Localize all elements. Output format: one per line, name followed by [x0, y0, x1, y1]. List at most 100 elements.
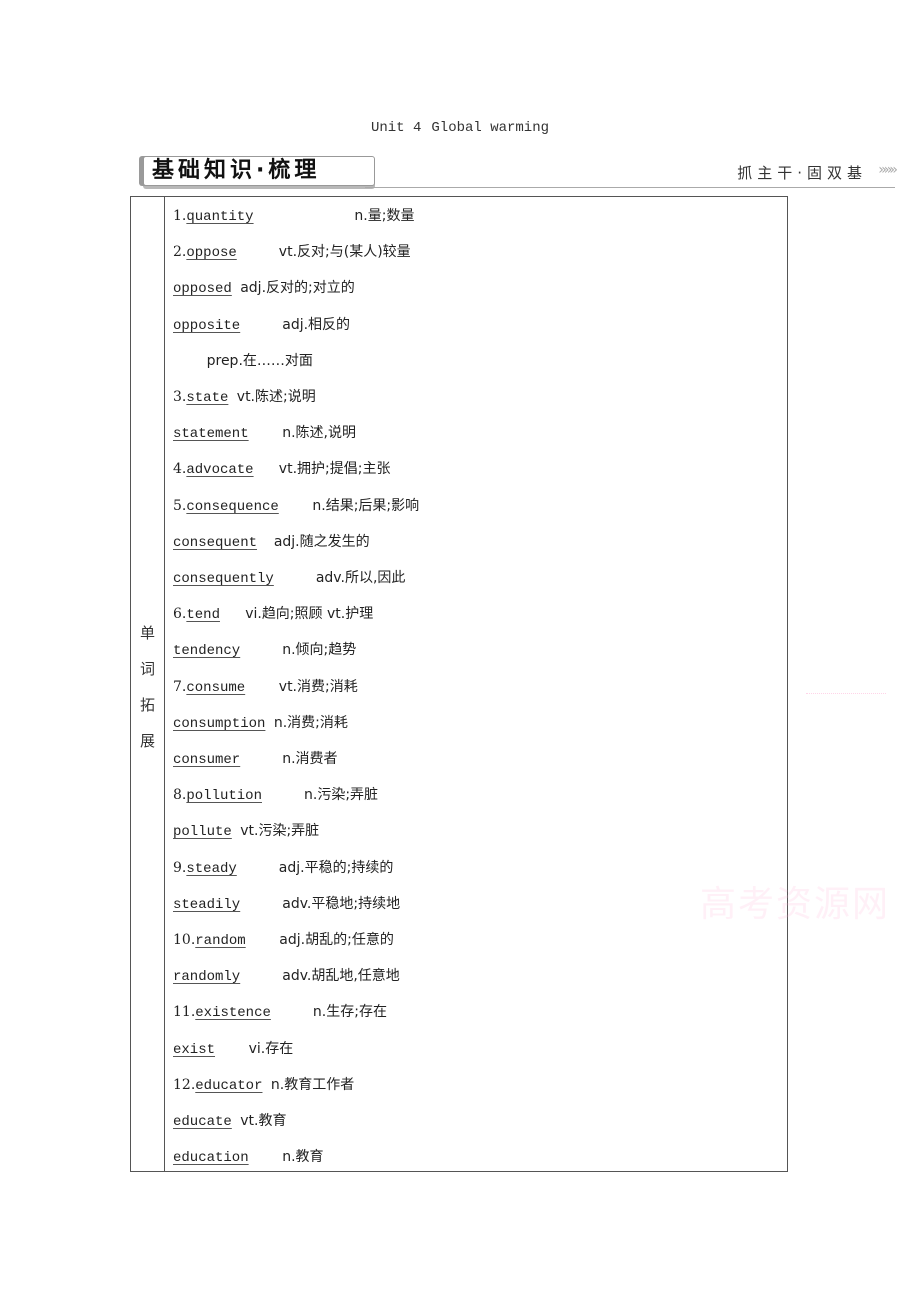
entry-definition: n.污染;弄脏 [304, 787, 379, 804]
entry-definition: adj.随之发生的 [273, 533, 370, 550]
entry-definition: adv.胡乱地,任意地 [282, 968, 400, 985]
entry-number: 5. [173, 497, 187, 514]
entry-definition: prep.在……对面 [206, 352, 313, 369]
entry-gap [249, 426, 283, 442]
entry-gap [237, 245, 279, 261]
entry-word: oppose [186, 245, 237, 262]
entry-number: 1. [173, 208, 187, 224]
entry-gap [240, 318, 282, 334]
entry-definition: n.陈述,说明 [282, 425, 357, 442]
entry-definition: vt.反对;与(某人)较量 [278, 244, 411, 261]
entry-definition: adv.平稳地;持续地 [282, 895, 401, 912]
entry-gap [173, 354, 207, 370]
entry-word: quantity [186, 209, 254, 225]
entry-definition: n.结果;后果;影响 [312, 497, 420, 514]
entry-word: pollution [186, 788, 262, 805]
entry-word: consequence [186, 498, 279, 515]
entry-number: 12. [173, 1076, 196, 1093]
entry-number: 7. [173, 678, 187, 695]
entry-word: statement [173, 426, 249, 443]
entry-gap [279, 499, 313, 515]
category-char: 词 [139, 660, 155, 678]
entry-definition: n.消费者 [282, 751, 338, 767]
entry-definition: n.消费;消耗 [273, 714, 348, 731]
entry-gap [240, 897, 282, 913]
entry-word: educator [195, 1077, 263, 1094]
entry-word: tend [186, 607, 220, 624]
entry-number: 2. [173, 244, 187, 261]
entry-word: state [186, 390, 229, 406]
entry-definition: vi.趋向;照顾 vt.护理 [245, 606, 374, 623]
vocab-entry: 5.consequence n.结果;后果;影响 [173, 494, 419, 518]
entry-number: 8. [173, 787, 187, 804]
entry-number: 6. [173, 606, 187, 623]
vocab-entry: 10.random adj.胡乱的;任意的 [173, 928, 394, 952]
entry-word: advocate [186, 462, 254, 479]
category-label: 单 词 拓 展 [131, 615, 164, 759]
entry-definition: vt.陈述;说明 [236, 389, 316, 405]
vocab-entry: randomly adv.胡乱地,任意地 [173, 964, 400, 988]
vocab-entry: exist vi.存在 [173, 1037, 293, 1061]
entry-number: 9. [173, 859, 187, 876]
entry-number: 4. [173, 461, 187, 478]
entry-gap [240, 969, 282, 985]
vocab-entry: 6.tend vi.趋向;照顾 vt.护理 [173, 602, 373, 626]
section-label: 基础知识·梳理 [143, 156, 375, 186]
category-char: 单 [139, 624, 155, 642]
entry-word: pollute [173, 824, 232, 841]
entry-definition: vt.拥护;提倡;主张 [278, 461, 391, 478]
entry-definition: adj.反对的;对立的 [240, 280, 355, 297]
vocab-entry: 3.state vt.陈述;说明 [173, 385, 316, 409]
category-char: 展 [139, 732, 155, 750]
entry-gap [246, 933, 280, 949]
vocab-entry: pollute vt.污染;弄脏 [173, 819, 319, 843]
entry-gap [254, 209, 355, 225]
vocab-entry: statement n.陈述,说明 [173, 421, 356, 445]
unit-title: Unit 4 Global warming [0, 120, 920, 136]
entry-word: consequently [173, 571, 274, 587]
vocabulary-table: 单 词 拓 展 1.quantity n.量;数量 2.oppose vt.反对;… [130, 196, 788, 1172]
entry-definition: adj.胡乱的;任意的 [279, 932, 394, 948]
entry-definition: n.量;数量 [354, 208, 415, 224]
entry-definition: adv.所以,因此 [315, 570, 406, 586]
vocab-entry: consequent adj.随之发生的 [173, 530, 370, 554]
vocab-entry: educate vt.教育 [173, 1109, 286, 1133]
entry-gap [240, 752, 282, 768]
entry-number: 10. [173, 932, 196, 948]
entry-definition: vi.存在 [248, 1040, 294, 1057]
entry-word: existence [195, 1005, 271, 1022]
watermark: 高考资源网 [700, 884, 891, 925]
entry-word: consumer [173, 752, 241, 768]
category-column: 单 词 拓 展 [131, 197, 165, 1171]
vocab-entry: opposite adj.相反的 [173, 313, 350, 337]
unit-topic: Global warming [431, 120, 550, 136]
entry-gap [257, 535, 274, 551]
entry-word: consume [186, 679, 246, 696]
vocab-entry: 7.consume vt.消费;消耗 [173, 675, 358, 699]
entry-gap [249, 1150, 283, 1166]
entry-gap [254, 462, 279, 478]
vocab-entry: consumption n.消费;消耗 [173, 711, 348, 735]
vocab-entry: 9.steady adj.平稳的;持续的 [173, 856, 393, 880]
entry-definition: adj.相反的 [282, 316, 351, 333]
vocab-entry: 12.educator n.教育工作者 [173, 1073, 354, 1097]
entry-definition: vt.教育 [240, 1113, 287, 1129]
entry-gap [232, 281, 240, 297]
entry-gap [271, 1005, 313, 1021]
vocab-entry: education n.教育 [173, 1145, 324, 1169]
section-header: 基础知识·梳理 抓主干·固双基 »»» [143, 156, 898, 188]
entry-gap [220, 607, 245, 623]
entry-gap [245, 680, 279, 696]
entry-gap [274, 571, 316, 587]
vocab-entry: 8.pollution n.污染;弄脏 [173, 783, 378, 807]
vocab-entry: prep.在……对面 [173, 349, 313, 373]
entry-word: education [173, 1150, 249, 1167]
entry-word: opposite [173, 317, 241, 334]
entry-definition: vt.污染;弄脏 [240, 823, 320, 840]
entry-definition: n.教育 [282, 1149, 324, 1166]
vocab-entry: consumer n.消费者 [173, 747, 338, 771]
entry-word: steady [186, 860, 237, 877]
vocab-entry: 1.quantity n.量;数量 [173, 204, 414, 228]
entry-gap [232, 824, 240, 840]
vocab-entry: 2.oppose vt.反对;与(某人)较量 [173, 240, 411, 264]
